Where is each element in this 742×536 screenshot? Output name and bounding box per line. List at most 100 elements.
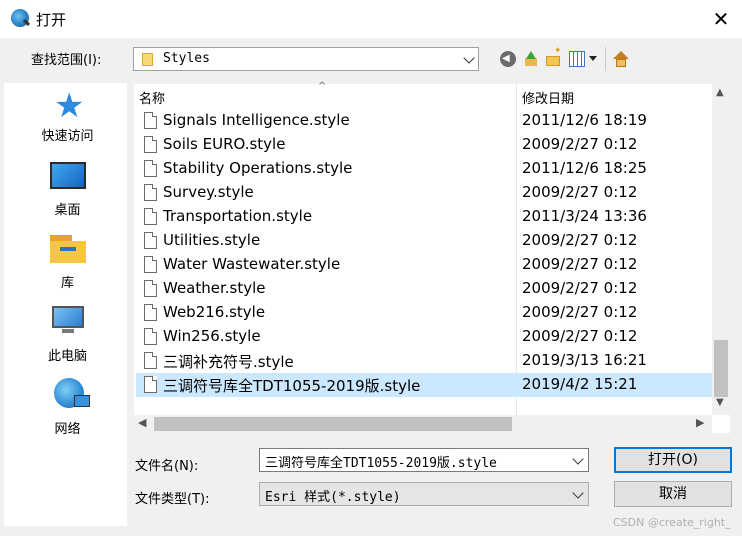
file-icon (144, 280, 157, 297)
title-bar: 打开 ✕ (0, 0, 742, 38)
view-menu-icon[interactable] (569, 51, 585, 67)
vertical-scroll-thumb[interactable] (714, 340, 728, 397)
place-label: 桌面 (54, 203, 81, 218)
file-row[interactable]: Water Wastewater.style 2009/2/27 0:12 (136, 253, 712, 277)
place-computer[interactable]: 此电脑 (4, 301, 131, 374)
file-icon (144, 184, 157, 201)
scroll-up-icon[interactable]: ▲ (716, 87, 724, 98)
chevron-down-icon[interactable] (572, 487, 584, 499)
horizontal-scrollbar[interactable]: ◀ ▶ (134, 415, 712, 433)
open-button[interactable]: 打开(O) (614, 447, 732, 473)
computer-stand (62, 329, 74, 333)
up-folder-icon[interactable] (523, 51, 539, 67)
file-row[interactable]: Utilities.style 2009/2/27 0:12 (136, 229, 712, 253)
file-date: 2009/2/27 0:12 (522, 303, 638, 321)
file-date: 2009/2/27 0:12 (522, 255, 638, 273)
file-icon (144, 208, 157, 225)
file-row[interactable]: Win256.style 2009/2/27 0:12 (136, 325, 712, 349)
places-bar: ★ 快速访问 桌面 库 此电脑 网络 (4, 83, 127, 526)
file-name: Soils EURO.style (163, 135, 286, 153)
toolbar-divider (605, 47, 606, 71)
close-button[interactable]: ✕ (700, 0, 742, 38)
folder-icon (142, 53, 153, 66)
vertical-scrollbar[interactable]: ▲ ▼ (712, 84, 730, 415)
file-icon (144, 160, 157, 177)
scroll-right-icon[interactable]: ▶ (696, 416, 704, 429)
place-label: 库 (60, 276, 74, 291)
file-name: Transportation.style (163, 207, 313, 225)
file-row[interactable]: Soils EURO.style 2009/2/27 0:12 (136, 133, 712, 157)
file-date: 2009/2/27 0:12 (522, 183, 638, 201)
file-icon (144, 232, 157, 249)
file-row[interactable]: Signals Intelligence.style 2011/12/6 18:1… (136, 109, 712, 133)
file-name: Win256.style (163, 327, 261, 345)
file-date: 2009/2/27 0:12 (522, 231, 638, 249)
computer-icon (52, 306, 84, 328)
file-date: 2011/12/6 18:19 (522, 111, 647, 129)
file-icon (144, 304, 157, 321)
network-screen (74, 395, 90, 407)
app-magnifier-icon (11, 9, 29, 27)
file-icon (144, 136, 157, 153)
file-name: Water Wastewater.style (163, 255, 341, 273)
place-library[interactable]: 库 (4, 228, 131, 301)
file-name: Signals Intelligence.style (163, 111, 350, 129)
filetype-label: 文件类型(T): (135, 492, 210, 507)
filename-input[interactable]: 三调符号库全TDT1055-2019版.style (259, 448, 589, 472)
filetype-select[interactable]: Esri 样式(*.style) (259, 482, 589, 506)
file-row[interactable]: Transportation.style 2011/3/24 13:36 (136, 205, 712, 229)
file-row[interactable]: Stability Operations.style 2011/12/6 18:2… (136, 157, 712, 181)
view-menu-dropdown-icon[interactable] (589, 56, 597, 61)
window-title: 打开 (36, 11, 67, 29)
scroll-left-icon[interactable]: ◀ (138, 416, 146, 429)
file-list[interactable]: 名称 ^ 修改日期 Signals Intelligence.style 2011… (134, 81, 730, 433)
file-name: 三调补充符号.style (163, 353, 294, 371)
file-date: 2009/2/27 0:12 (522, 327, 638, 345)
place-network[interactable]: 网络 (4, 374, 131, 447)
file-icon (144, 376, 157, 393)
horizontal-scroll-thumb[interactable] (154, 417, 512, 431)
desktop-icon (50, 162, 86, 189)
filename-value: 三调符号库全TDT1055-2019版.style (265, 456, 497, 471)
place-label: 网络 (54, 422, 81, 437)
file-row[interactable]: 三调补充符号.style 2019/3/13 16:21 (136, 349, 712, 373)
file-date: 2009/2/27 0:12 (522, 135, 638, 153)
library-icon (50, 235, 86, 263)
quick-access-star-icon: ★ (54, 86, 85, 126)
file-row[interactable]: Web216.style 2009/2/27 0:12 (136, 301, 712, 325)
home-icon[interactable] (613, 51, 629, 67)
file-icon (144, 328, 157, 345)
file-icon (144, 256, 157, 273)
new-folder-icon[interactable] (546, 46, 562, 67)
look-in-combo[interactable]: Styles (133, 47, 479, 71)
file-row[interactable]: Survey.style 2009/2/27 0:12 (136, 181, 712, 205)
file-name: Weather.style (163, 279, 266, 297)
look-in-value: Styles (163, 51, 210, 66)
column-header-name[interactable]: 名称 (139, 88, 165, 107)
place-label: 此电脑 (47, 349, 87, 364)
watermark: CSDN @create_right_ (613, 516, 731, 529)
scroll-down-icon[interactable]: ▼ (716, 397, 724, 408)
file-row-selected[interactable]: 三调符号库全TDT1055-2019版.style 2019/4/2 15:21 (136, 373, 712, 397)
chevron-down-icon[interactable] (463, 52, 475, 64)
filetype-value: Esri 样式(*.style) (265, 490, 401, 505)
look-in-label: 查找范围(I): (31, 53, 102, 68)
file-name: Survey.style (163, 183, 254, 201)
place-desktop[interactable]: 桌面 (4, 155, 131, 228)
file-date: 2011/12/6 18:25 (522, 159, 647, 177)
cancel-button[interactable]: 取消 (614, 481, 732, 507)
file-date: 2009/2/27 0:12 (522, 279, 638, 297)
file-date: 2019/3/13 16:21 (522, 351, 647, 369)
place-quick-access[interactable]: ★ 快速访问 (4, 83, 131, 155)
file-date: 2019/4/2 15:21 (522, 375, 638, 393)
sort-ascending-icon: ^ (318, 81, 327, 92)
file-icon (144, 112, 157, 129)
column-header-date[interactable]: 修改日期 (522, 88, 574, 107)
back-icon[interactable] (500, 51, 516, 67)
chevron-down-icon[interactable] (572, 453, 584, 465)
file-name: Web216.style (163, 303, 266, 321)
file-row[interactable]: Weather.style 2009/2/27 0:12 (136, 277, 712, 301)
file-name: 三调符号库全TDT1055-2019版.style (163, 377, 421, 395)
file-name: Stability Operations.style (163, 159, 353, 177)
file-date: 2011/3/24 13:36 (522, 207, 647, 225)
